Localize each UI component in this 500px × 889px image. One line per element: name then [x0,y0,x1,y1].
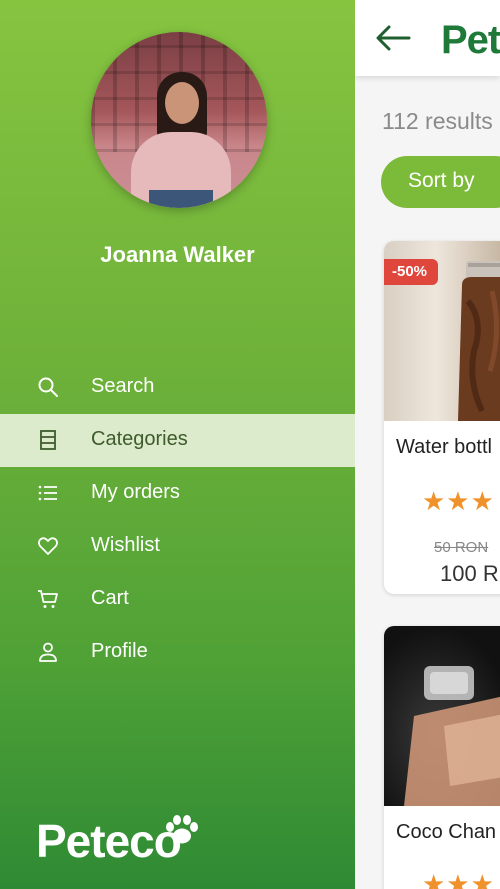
sort-button[interactable]: Sort by [381,156,500,208]
person-icon [39,642,57,662]
heart-icon [37,537,59,555]
top-app-bar: Pet [355,0,500,76]
rating-stars: ★★★ [422,869,495,889]
avatar-face [165,82,199,124]
discount-badge: -50% [384,259,438,285]
menu-item-wishlist[interactable]: Wishlist [0,520,355,573]
categories-icon [40,430,56,450]
avatar[interactable] [91,32,267,208]
menu-item-search[interactable]: Search [0,361,355,414]
back-arrow-icon[interactable] [373,22,413,54]
menu-label: Wishlist [91,534,160,556]
menu-label: Profile [91,640,148,662]
list-icon [38,485,57,501]
product-title: Water bottl [396,436,492,458]
cart-icon [38,590,58,608]
new-price: 100 R [440,561,499,586]
menu-label: My orders [91,481,180,503]
user-name: Joanna Walker [100,242,255,267]
menu-item-cart[interactable]: Cart [0,573,355,626]
product-image [384,626,500,806]
product-card[interactable]: Coco Chan ★★★ [384,626,500,889]
results-count: 112 results [382,108,493,134]
paw-icon [166,815,198,844]
drawer-menu: Search Categories My orders Wishlist Car… [0,361,355,679]
product-title: Coco Chan [396,821,497,843]
menu-label: Search [91,375,155,397]
product-card[interactable]: -50% Water bottl ★★★ 50 RON 100 R [384,241,500,594]
navigation-drawer: Joanna Walker Search Categories My order… [0,0,355,889]
menu-item-my-orders[interactable]: My orders [0,467,355,520]
menu-label: Cart [91,587,129,609]
header-title: Pet [441,18,500,62]
menu-item-categories[interactable]: Categories [0,414,355,467]
menu-item-profile[interactable]: Profile [0,626,355,679]
perfume-image [404,666,500,806]
peteco-logo: Peteco [36,810,216,870]
search-icon [38,377,58,397]
old-price: 50 RON [434,539,489,556]
menu-label: Categories [91,428,188,450]
rating-stars: ★★★ [422,486,495,516]
avatar-jeans [149,190,213,208]
